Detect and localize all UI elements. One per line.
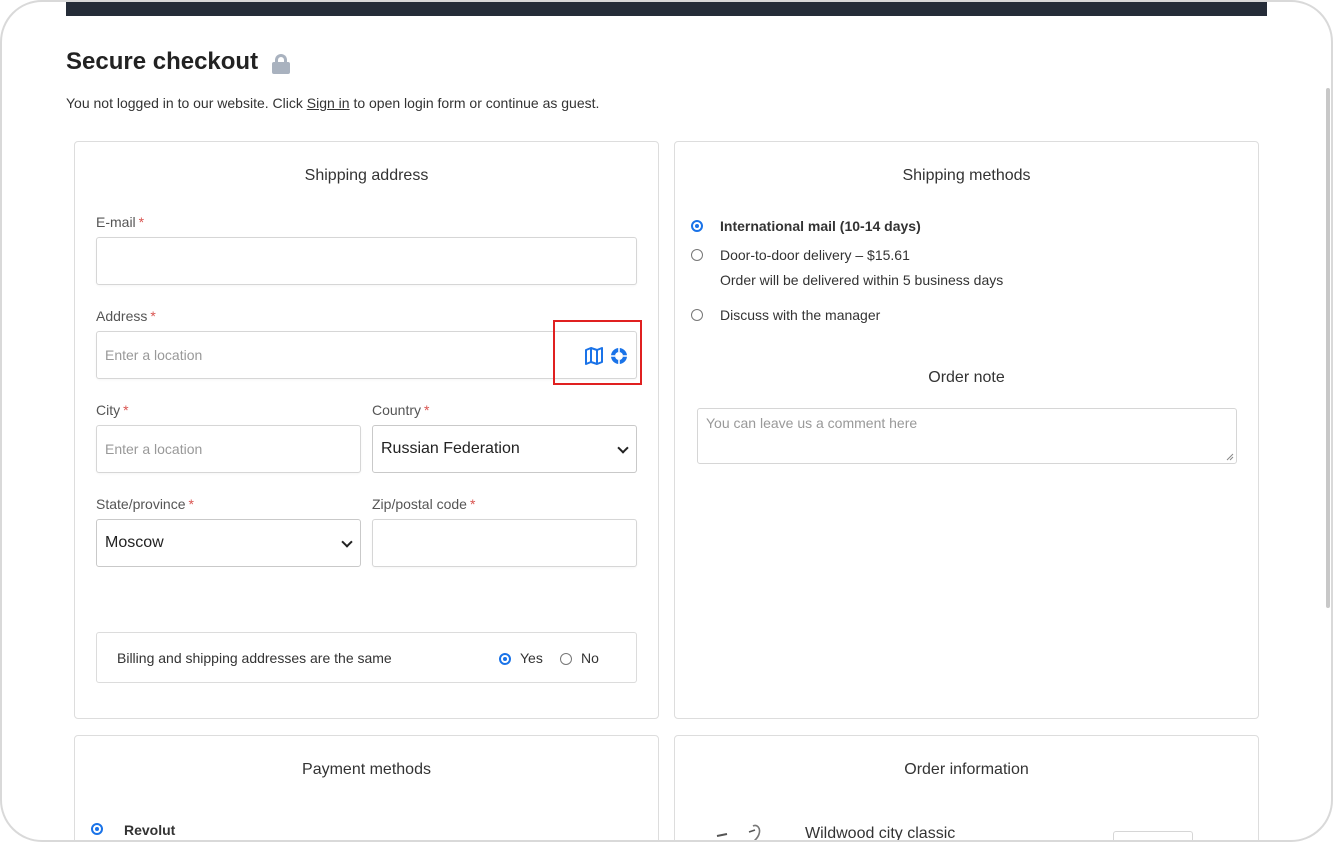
login-note-suffix: to open login form or continue as guest. [349,95,600,111]
quantity-stepper[interactable] [1113,831,1193,840]
state-select[interactable]: Moscow [96,519,361,567]
required-mark: * [150,308,156,324]
country-label-text: Country [372,402,422,418]
shipping-option-radio[interactable] [691,309,703,321]
shipping-methods-card: Shipping methods International mail (10-… [674,141,1259,719]
address-tools-highlight [553,320,642,385]
state-label: State/province * [96,496,194,512]
order-information-title: Order information [904,761,1029,778]
country-select[interactable]: Russian Federation [372,425,637,473]
order-item-name[interactable]: Wildwood city classic [805,825,955,840]
shipping-option-label[interactable]: Door-to-door delivery – $15.61 [720,247,910,263]
zip-label: Zip/postal code * [372,496,475,512]
payment-option-radio[interactable] [91,823,103,835]
login-note-prefix: You not logged in to our website. Click [66,95,307,111]
shipping-address-card: Shipping address E-mail * Address * Enter … [74,141,659,719]
email-label-text: E-mail [96,214,136,230]
required-mark: * [138,214,145,230]
page-scrollbar[interactable] [1326,88,1330,608]
city-label: City * [96,402,129,418]
page-title-text: Secure checkout [66,48,259,75]
address-label-text: Address [96,308,148,324]
lock-icon [272,54,291,74]
payment-methods-title: Payment methods [302,761,431,778]
sign-in-link[interactable]: Sign in [307,95,350,111]
email-field[interactable] [96,237,637,285]
map-icon[interactable] [584,346,604,366]
address-label: Address * [96,308,156,324]
country-label: Country * [372,402,429,418]
locate-icon[interactable] [609,346,629,366]
zip-input[interactable] [372,519,637,567]
order-note-title: Order note [928,369,1005,386]
billing-no-radio[interactable] [560,653,572,665]
required-mark: * [424,402,430,418]
billing-same-box: Billing and shipping addresses are the s… [96,632,637,683]
billing-yes-label[interactable]: Yes [520,650,543,666]
required-mark: * [188,496,194,512]
state-label-text: State/province [96,496,186,512]
order-note-textarea[interactable]: You can leave us a comment here [697,408,1237,464]
order-note-placeholder: You can leave us a comment here [706,415,918,431]
billing-yes-radio[interactable] [499,653,511,665]
shipping-option-note: Order will be delivered within 5 busines… [720,272,1004,288]
city-input[interactable]: Enter a location [96,425,361,473]
zip-label-text: Zip/postal code [372,496,467,512]
country-select-value: Russian Federation [381,440,520,457]
state-select-value: Moscow [105,534,164,551]
city-label-text: City [96,402,121,418]
browser-frame: Secure checkout You not logged in to our… [0,0,1333,842]
shipping-option-label[interactable]: International mail (10-14 days) [720,218,921,234]
bicycle-image [716,824,761,840]
billing-no-label[interactable]: No [581,650,599,666]
payment-option-label[interactable]: Revolut [124,822,175,838]
shipping-methods-title: Shipping methods [902,167,1031,184]
shipping-option-label[interactable]: Discuss with the manager [720,307,880,323]
shipping-address-title: Shipping address [304,167,429,184]
required-mark: * [469,496,476,512]
billing-same-label: Billing and shipping addresses are the s… [117,650,392,666]
site-header-bar [66,2,1267,16]
login-note: You not logged in to our website. Click … [66,95,599,111]
payment-methods-card: Payment methods Revolut [74,735,659,840]
shipping-option-radio[interactable] [691,249,703,261]
required-mark: * [123,402,129,418]
shipping-option-radio[interactable] [691,220,703,232]
page-title: Secure checkout [66,48,291,76]
order-information-card: Order information Wildwood city classic [674,735,1259,840]
chevron-down-icon [342,538,352,548]
email-label: E-mail * [96,214,144,230]
chevron-down-icon [618,444,628,454]
resize-grip-icon[interactable] [1226,453,1234,461]
